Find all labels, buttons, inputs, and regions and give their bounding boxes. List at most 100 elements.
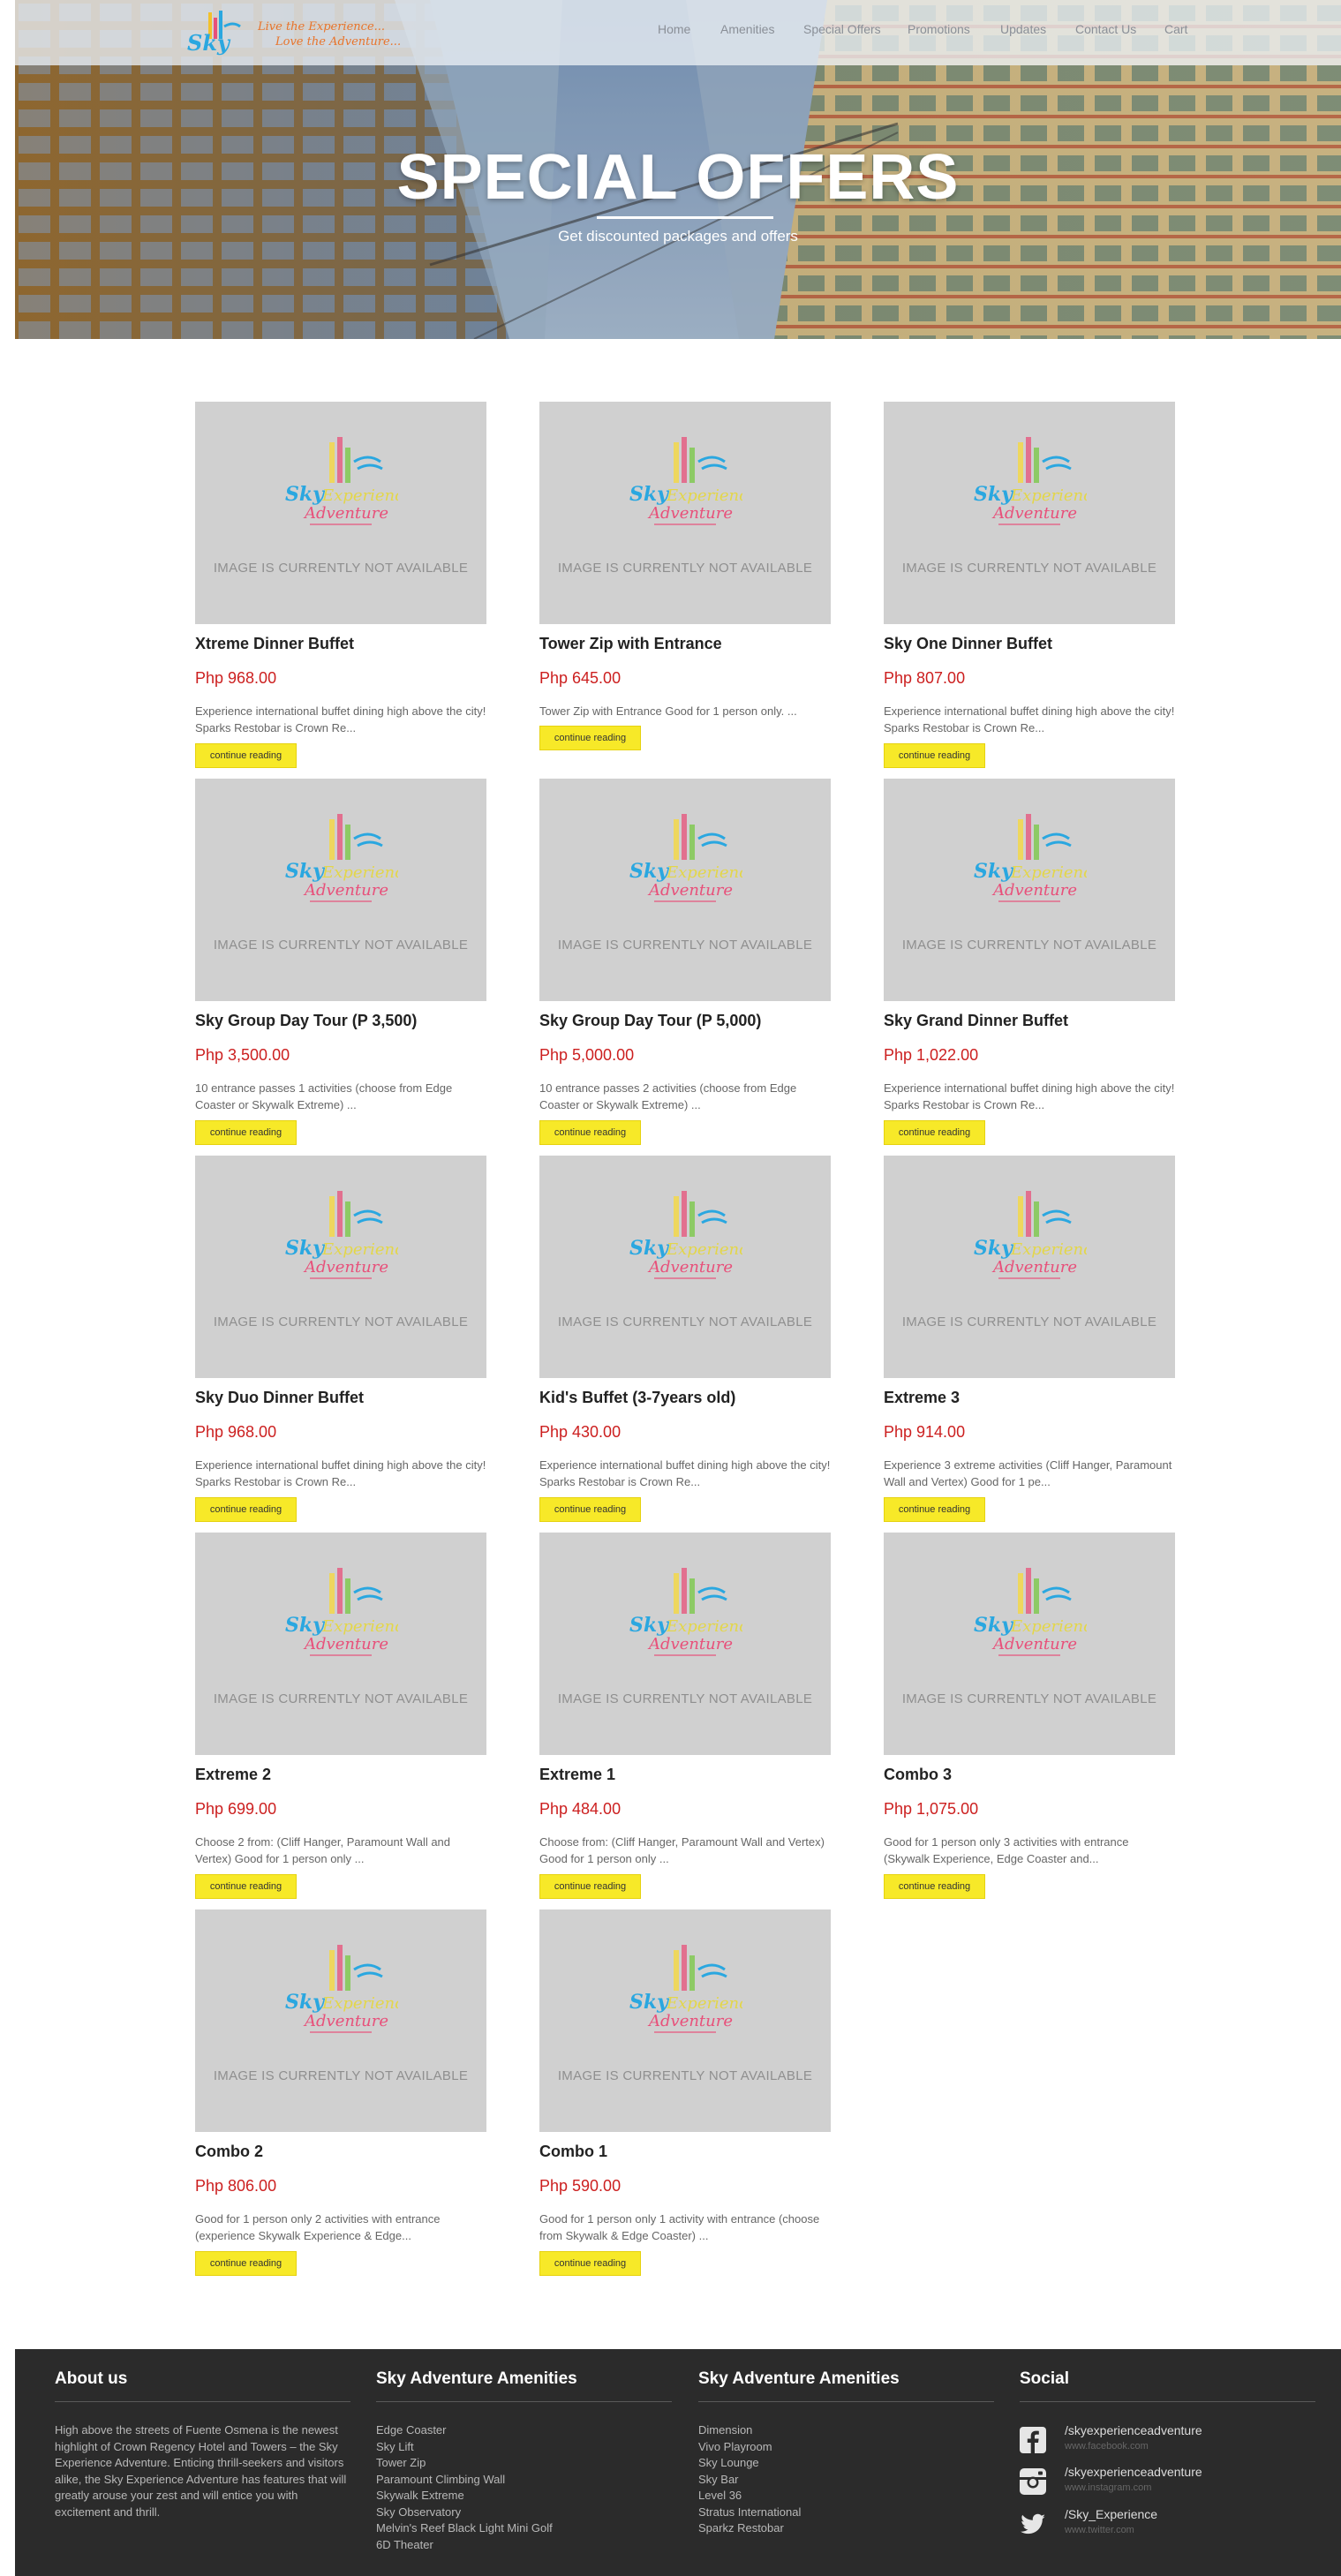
offer-image-placeholder[interactable]: Sky Experience Adventure IMAGE IS CURREN…	[195, 1533, 486, 1755]
footer-link-sky-lift[interactable]: Sky Lift	[376, 2439, 553, 2456]
footer-link-dimension[interactable]: Dimension	[698, 2422, 801, 2439]
footer-link-6d-theater[interactable]: 6D Theater	[376, 2537, 553, 2554]
instagram-url: www.instagram.com	[1065, 2482, 1152, 2493]
placeholder-brand-adventure: Adventure	[303, 1635, 388, 1653]
offer-image-placeholder[interactable]: Sky Experience Adventure IMAGE IS CURREN…	[539, 779, 831, 1001]
offer-title[interactable]: Sky One Dinner Buffet	[884, 635, 1175, 653]
placeholder-brand-sky: Sky	[285, 483, 326, 506]
social-instagram[interactable]: /skyexperienceadventure www.instagram.co…	[1020, 2465, 1315, 2504]
offer-image-placeholder[interactable]: Sky Experience Adventure IMAGE IS CURREN…	[884, 1156, 1175, 1378]
offer-image-placeholder[interactable]: Sky Experience Adventure IMAGE IS CURREN…	[884, 1533, 1175, 1755]
instagram-handle[interactable]: /skyexperienceadventure	[1065, 2465, 1202, 2479]
continue-reading-button[interactable]: continue reading	[539, 1497, 641, 1522]
offer-card: Sky Experience Adventure IMAGE IS CURREN…	[195, 1156, 486, 1526]
offer-title[interactable]: Combo 2	[195, 2143, 486, 2161]
offer-title[interactable]: Combo 1	[539, 2143, 831, 2161]
twitter-url: www.twitter.com	[1065, 2525, 1134, 2535]
nav-updates[interactable]: Updates	[1000, 22, 1046, 36]
footer-link-paramount-climbing-wall[interactable]: Paramount Climbing Wall	[376, 2472, 553, 2489]
continue-reading-button[interactable]: continue reading	[884, 1874, 985, 1899]
continue-reading-button[interactable]: continue reading	[539, 2251, 641, 2276]
page-subtitle: Get discounted packages and offers	[558, 228, 798, 245]
placeholder-brand-experience: Experience	[666, 1617, 742, 1636]
offer-image-placeholder[interactable]: Sky Experience Adventure IMAGE IS CURREN…	[195, 1909, 486, 2132]
offer-title[interactable]: Extreme 3	[884, 1389, 1175, 1407]
offer-image-placeholder[interactable]: Sky Experience Adventure IMAGE IS CURREN…	[884, 402, 1175, 624]
offer-card: Sky Experience Adventure IMAGE IS CURREN…	[195, 402, 486, 772]
nav-amenities[interactable]: Amenities	[720, 22, 774, 36]
offer-card: Sky Experience Adventure IMAGE IS CURREN…	[195, 1533, 486, 1903]
continue-reading-button[interactable]: continue reading	[539, 1120, 641, 1145]
offer-title[interactable]: Sky Group Day Tour (P 5,000)	[539, 1012, 831, 1030]
footer-link-vivo-playroom[interactable]: Vivo Playroom	[698, 2439, 801, 2456]
continue-reading-button[interactable]: continue reading	[884, 1497, 985, 1522]
footer-link-tower-zip[interactable]: Tower Zip	[376, 2455, 553, 2472]
offer-image-placeholder[interactable]: Sky Experience Adventure IMAGE IS CURREN…	[539, 402, 831, 624]
social-facebook[interactable]: /skyexperienceadventure www.facebook.com	[1020, 2423, 1315, 2462]
continue-reading-button[interactable]: continue reading	[539, 726, 641, 750]
footer-link-stratus-international[interactable]: Stratus International	[698, 2504, 801, 2521]
footer-link-mini-golf[interactable]: Melvin's Reef Black Light Mini Golf	[376, 2520, 553, 2537]
placeholder-brand-adventure: Adventure	[647, 2012, 733, 2030]
offer-title[interactable]: Sky Group Day Tour (P 3,500)	[195, 1012, 486, 1030]
offer-card: Sky Experience Adventure IMAGE IS CURREN…	[884, 1533, 1175, 1903]
placeholder-logo-icon: Sky Experience Adventure	[974, 1191, 1087, 1279]
nav-special-offers[interactable]: Special Offers	[803, 22, 881, 36]
nav-promotions[interactable]: Promotions	[908, 22, 970, 36]
offer-title[interactable]: Sky Grand Dinner Buffet	[884, 1012, 1175, 1030]
continue-reading-button[interactable]: continue reading	[195, 1120, 297, 1145]
offer-image-placeholder[interactable]: Sky Experience Adventure IMAGE IS CURREN…	[539, 1533, 831, 1755]
placeholder-brand-sky: Sky	[629, 1237, 670, 1260]
offer-image-placeholder[interactable]: Sky Experience Adventure IMAGE IS CURREN…	[195, 779, 486, 1001]
offer-title[interactable]: Tower Zip with Entrance	[539, 635, 831, 653]
footer-link-level-36[interactable]: Level 36	[698, 2488, 801, 2504]
top-navigation: Sky Live the Experience... Love the Adve…	[15, 0, 1341, 65]
twitter-handle[interactable]: /Sky_Experience	[1065, 2507, 1157, 2521]
continue-reading-button[interactable]: continue reading	[884, 1120, 985, 1145]
offer-description: 10 entrance passes 2 activities (choose …	[539, 1081, 797, 1111]
placeholder-brand-sky: Sky	[285, 1991, 326, 2014]
continue-reading-button[interactable]: continue reading	[195, 1874, 297, 1899]
image-unavailable-text: IMAGE IS CURRENTLY NOT AVAILABLE	[557, 1691, 813, 1706]
footer-about-text: High above the streets of Fuente Osmena …	[55, 2423, 347, 2519]
continue-reading-button[interactable]: continue reading	[195, 2251, 297, 2276]
nav-contact-us[interactable]: Contact Us	[1075, 22, 1136, 36]
continue-reading-button[interactable]: continue reading	[539, 1874, 641, 1899]
footer-link-skywalk-extreme[interactable]: Skywalk Extreme	[376, 2488, 553, 2504]
placeholder-brand-adventure: Adventure	[991, 504, 1077, 523]
nav-cart[interactable]: Cart	[1164, 22, 1187, 36]
offer-image-placeholder[interactable]: Sky Experience Adventure IMAGE IS CURREN…	[539, 1156, 831, 1378]
placeholder-brand-adventure: Adventure	[303, 881, 388, 900]
offer-image-placeholder[interactable]: Sky Experience Adventure IMAGE IS CURREN…	[539, 1909, 831, 2132]
continue-reading-button[interactable]: continue reading	[195, 743, 297, 768]
placeholder-brand-sky: Sky	[285, 1237, 326, 1260]
continue-reading-button[interactable]: continue reading	[195, 1497, 297, 1522]
offer-title[interactable]: Extreme 2	[195, 1766, 486, 1784]
offer-image-placeholder[interactable]: Sky Experience Adventure IMAGE IS CURREN…	[884, 779, 1175, 1001]
footer-link-edge-coaster[interactable]: Edge Coaster	[376, 2422, 553, 2439]
footer-link-sky-lounge[interactable]: Sky Lounge	[698, 2455, 801, 2472]
image-unavailable-text: IMAGE IS CURRENTLY NOT AVAILABLE	[213, 1691, 469, 1706]
image-unavailable-text: IMAGE IS CURRENTLY NOT AVAILABLE	[557, 1314, 813, 1329]
offer-card: Sky Experience Adventure IMAGE IS CURREN…	[195, 1909, 486, 2280]
footer-link-sky-bar[interactable]: Sky Bar	[698, 2472, 801, 2489]
offer-title[interactable]: Extreme 1	[539, 1766, 831, 1784]
offer-title[interactable]: Kid's Buffet (3-7years old)	[539, 1389, 831, 1407]
social-twitter[interactable]: /Sky_Experience www.twitter.com	[1020, 2507, 1315, 2546]
offer-title[interactable]: Xtreme Dinner Buffet	[195, 635, 486, 653]
footer-social-heading: Social	[1020, 2369, 1069, 2388]
offer-price: Php 806.00	[195, 2177, 277, 2195]
placeholder-brand-adventure: Adventure	[303, 1258, 388, 1277]
placeholder-logo-icon: Sky Experience Adventure	[629, 1191, 742, 1279]
facebook-handle[interactable]: /skyexperienceadventure	[1065, 2423, 1202, 2437]
offer-image-placeholder[interactable]: Sky Experience Adventure IMAGE IS CURREN…	[195, 1156, 486, 1378]
offer-image-placeholder[interactable]: Sky Experience Adventure IMAGE IS CURREN…	[195, 402, 486, 624]
placeholder-brand-sky: Sky	[974, 860, 1014, 883]
nav-home[interactable]: Home	[658, 22, 690, 36]
continue-reading-button[interactable]: continue reading	[884, 743, 985, 768]
footer-link-sparkz-restobar[interactable]: Sparkz Restobar	[698, 2520, 801, 2537]
placeholder-logo-icon: Sky Experience Adventure	[974, 1568, 1087, 1656]
offer-title[interactable]: Sky Duo Dinner Buffet	[195, 1389, 486, 1407]
footer-link-sky-observatory[interactable]: Sky Observatory	[376, 2504, 553, 2521]
offer-title[interactable]: Combo 3	[884, 1766, 1175, 1784]
